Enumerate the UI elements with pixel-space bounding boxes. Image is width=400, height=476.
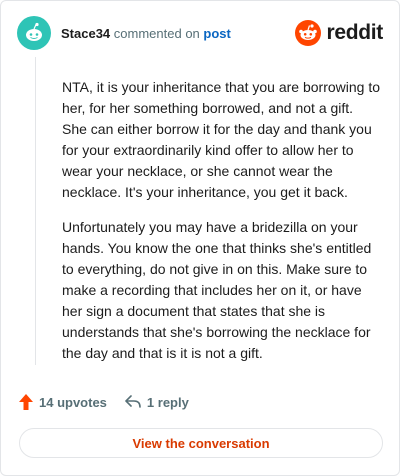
- snoo-avatar-icon[interactable]: [17, 16, 51, 50]
- reddit-logo-icon: [295, 20, 322, 46]
- comment-body: NTA, it is your inheritance that you are…: [62, 77, 380, 378]
- reply-arrow-icon: [125, 395, 141, 408]
- reply-button[interactable]: 1 reply: [125, 395, 189, 410]
- reddit-wordmark: reddit: [326, 21, 383, 44]
- comment-embed-card: Stace34 commented on post reddit NTA, it…: [0, 0, 400, 476]
- thread-line: [35, 57, 36, 365]
- action-text: commented on: [113, 25, 200, 41]
- post-link[interactable]: post: [203, 26, 230, 41]
- upvote-count: 14 upvotes: [39, 394, 107, 410]
- reddit-brand[interactable]: reddit: [295, 20, 383, 46]
- comment-paragraph: NTA, it is your inheritance that you are…: [62, 79, 381, 200]
- view-conversation-button[interactable]: View the conversation: [19, 428, 383, 458]
- upvote-arrow-icon: [19, 394, 33, 410]
- comment-paragraph: Unfortunately you may have a bridezilla …: [62, 219, 372, 361]
- comment-header: Stace34 commented on post reddit: [17, 15, 383, 51]
- upvote-button[interactable]: 14 upvotes: [19, 394, 107, 410]
- comment-actions: 14 upvotes 1 reply: [19, 394, 189, 410]
- reply-count: 1 reply: [146, 394, 189, 410]
- username[interactable]: Stace34: [61, 26, 110, 41]
- comment-meta: Stace34 commented on post: [61, 26, 231, 41]
